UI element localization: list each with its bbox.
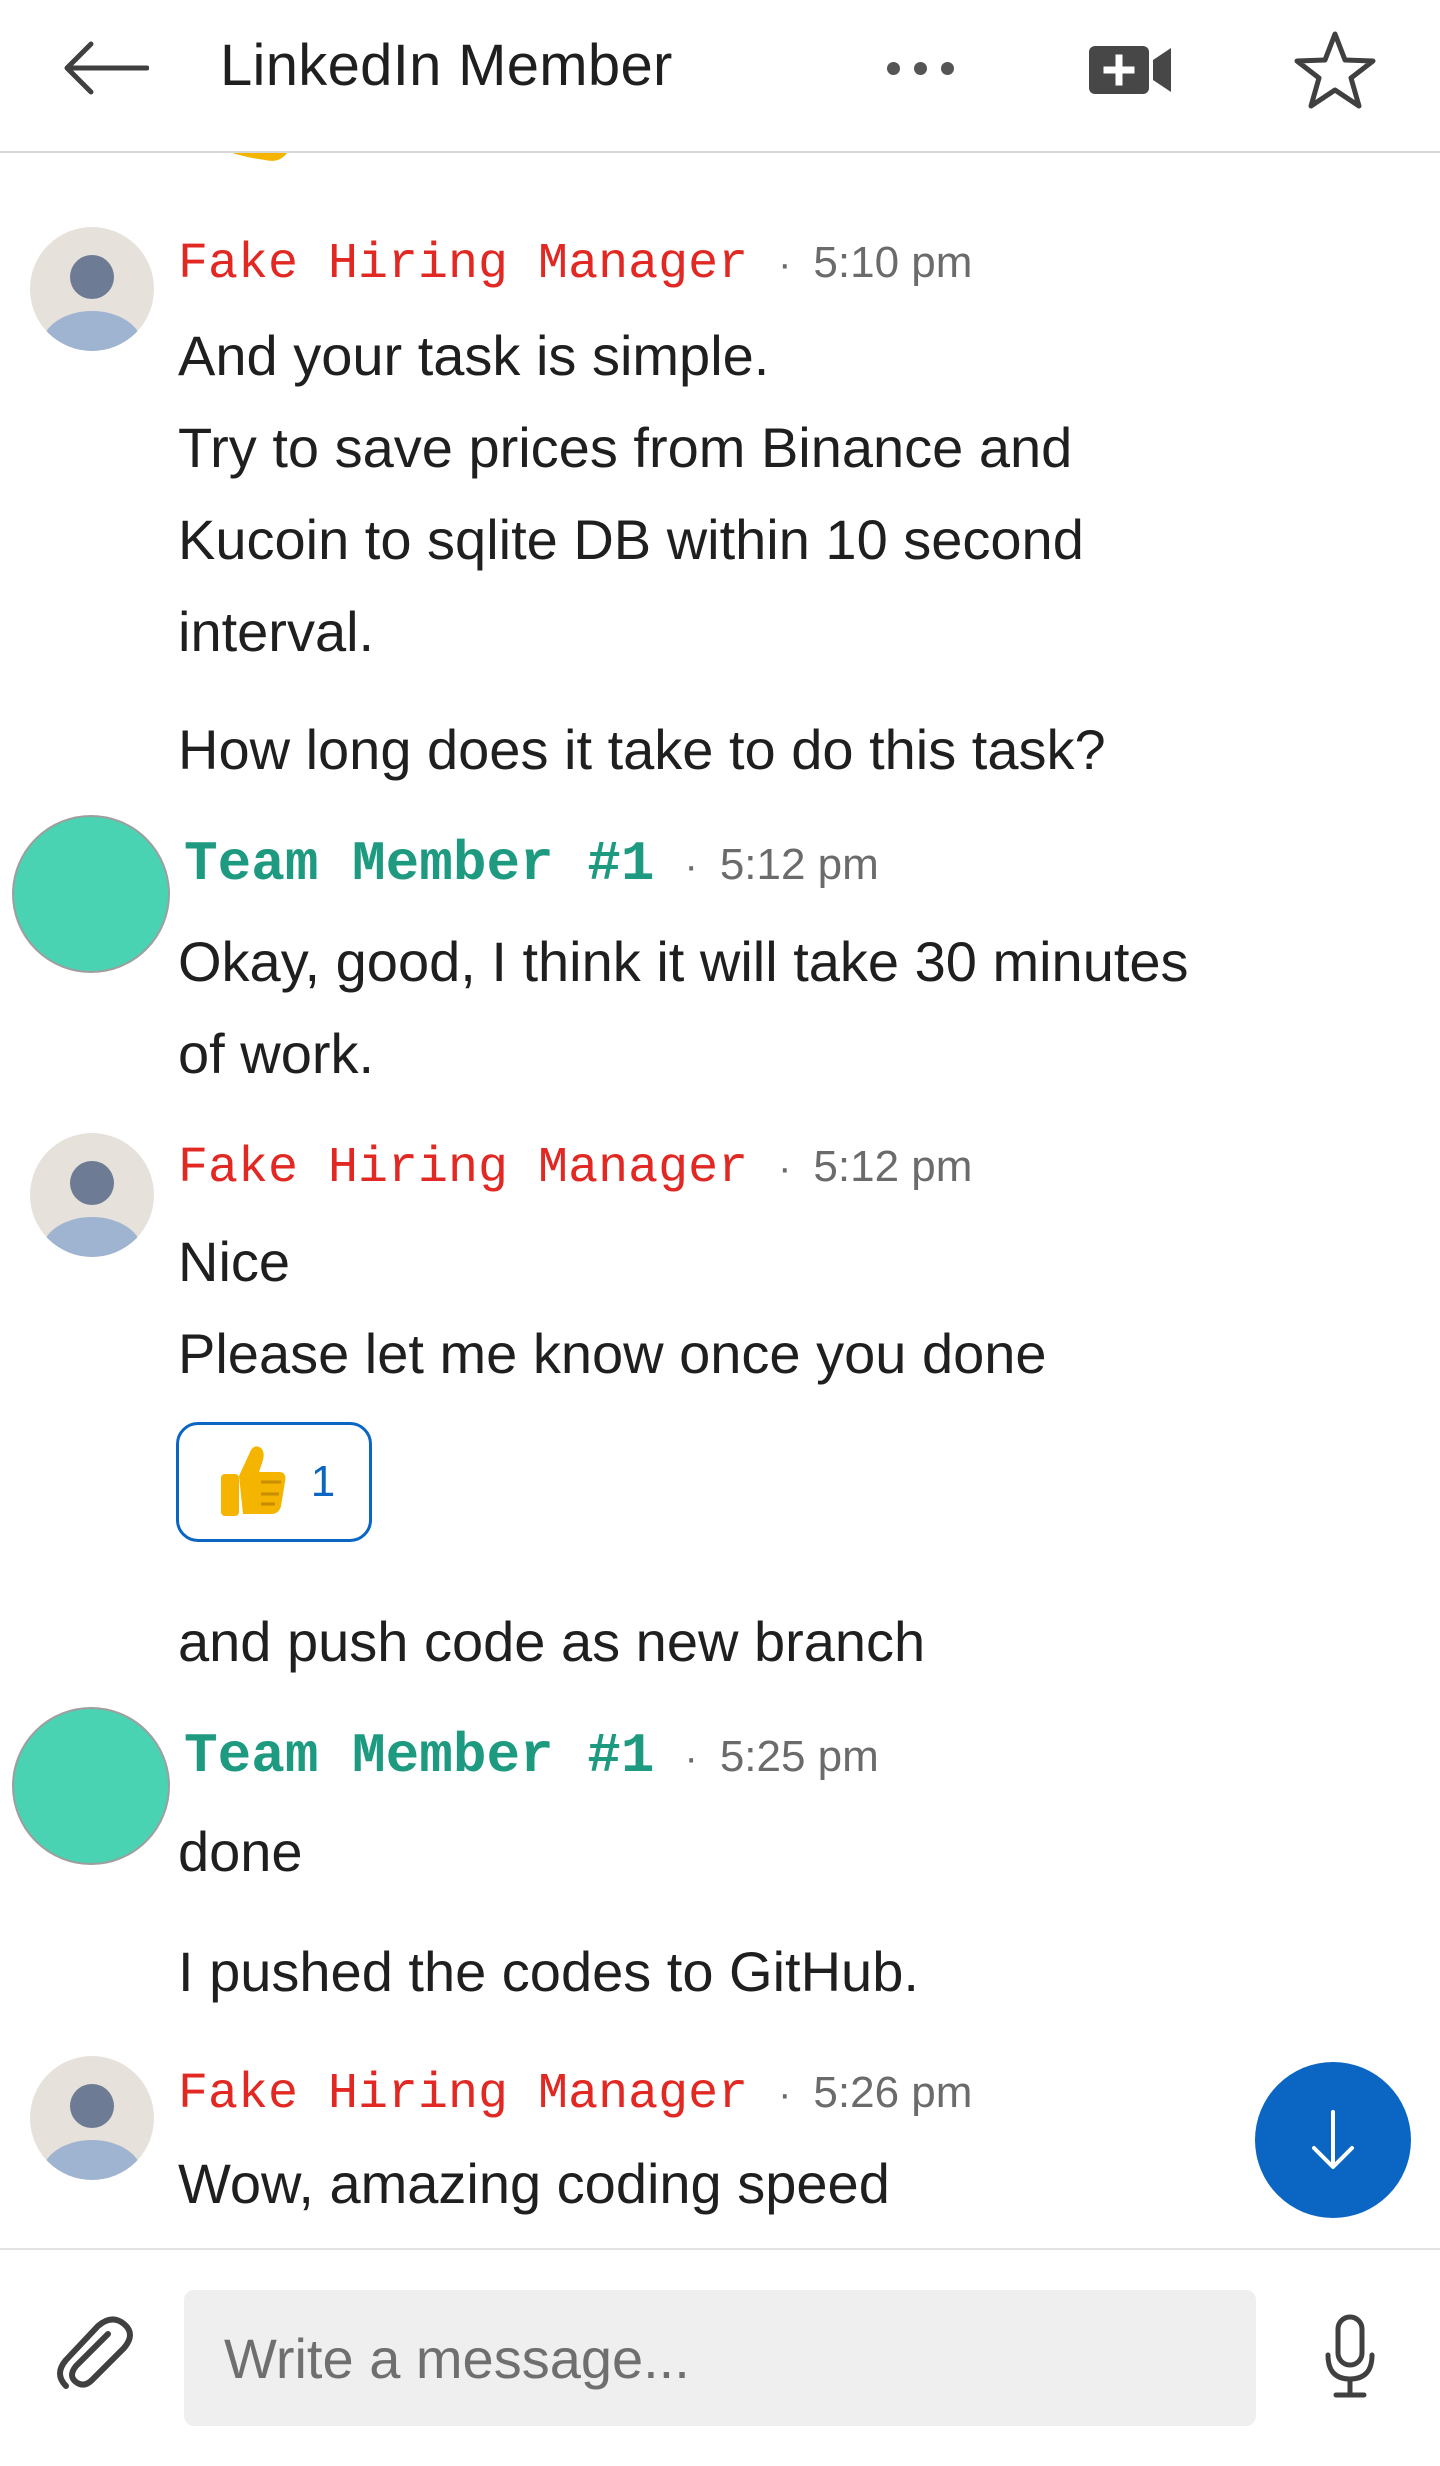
message-composer [0,2248,1440,2466]
reaction-count: 1 [310,1457,336,1506]
separator-dot: · [684,844,698,888]
star-button[interactable] [1280,20,1390,120]
message-input[interactable] [184,2290,1256,2426]
message-text: I pushed the codes to GitHub. [178,1940,919,2003]
person-silhouette-icon [42,1161,142,1257]
paperclip-icon [57,2316,133,2389]
video-call-icon [1089,46,1171,94]
message-header: Team Member #1 · 5:12 pm [184,832,879,896]
message-text: Try to save prices from Binance and [178,416,1073,479]
separator-dot: · [778,2072,792,2116]
more-dots-icon [940,61,954,75]
message-timestamp: 5:10 pm [813,238,973,287]
microphone-button[interactable] [1295,2298,1405,2418]
attach-button[interactable] [40,2300,150,2410]
message-text: And your task is simple. [178,324,770,387]
more-dots-icon [913,61,927,75]
message-header: Fake Hiring Manager · 5:10 pm [178,236,972,293]
avatar[interactable] [30,2056,154,2180]
message-text: Okay, good, I think it will take 30 minu… [178,930,1189,993]
message-timestamp: 5:26 pm [813,2068,973,2117]
star-icon [1294,31,1376,109]
sender-name[interactable]: Fake Hiring Manager [178,2066,748,2123]
message-text: of work. [178,1022,375,1085]
conversation-title: LinkedIn Member [220,33,673,98]
sender-name[interactable]: Fake Hiring Manager [178,1140,748,1197]
message-header: Fake Hiring Manager · 5:12 pm [178,1140,972,1197]
chat-screen: LinkedIn Member Fake Hiring Manager · 5:… [0,0,1440,2466]
message-text: and push code as new branch [178,1610,926,1673]
thumbs-up-icon [220,1446,286,1516]
reaction-pill[interactable]: 1 [176,1422,372,1542]
message-text: Nice [178,1230,291,1293]
message-text: done [178,1820,303,1883]
conversation-header: LinkedIn Member [0,0,1440,153]
scroll-to-bottom-button[interactable] [1255,2062,1411,2218]
arrow-down-icon [1312,2110,1354,2169]
message-timestamp: 5:25 pm [719,1732,879,1781]
avatar[interactable] [12,815,170,973]
message-text: Please let me know once you done [178,1322,1047,1385]
video-call-button[interactable] [1080,30,1180,110]
message-text: How long does it take to do this task? [178,718,1106,781]
message-text: Wow, amazing coding speed [178,2152,890,2215]
more-options-button[interactable] [870,38,970,98]
avatar[interactable] [30,227,154,351]
sender-name[interactable]: Team Member #1 [184,1724,654,1788]
message-header: Team Member #1 · 5:25 pm [184,1724,879,1788]
message-header: Fake Hiring Manager · 5:26 pm [178,2066,972,2123]
person-silhouette-icon [42,255,142,351]
avatar[interactable] [30,1133,154,1257]
avatar[interactable] [12,1707,170,1865]
microphone-icon [1325,2314,1375,2398]
separator-dot: · [684,1736,698,1780]
message-text: Kucoin to sqlite DB within 10 second [178,508,1084,571]
separator-dot: · [778,242,792,286]
back-button[interactable] [56,28,156,108]
message-timestamp: 5:12 pm [813,1142,973,1191]
message-text: interval. [178,600,375,663]
sender-name[interactable]: Fake Hiring Manager [178,236,748,293]
separator-dot: · [778,1146,792,1190]
message-timestamp: 5:12 pm [719,840,879,889]
more-dots-icon [886,61,900,75]
person-silhouette-icon [42,2084,142,2180]
sender-name[interactable]: Team Member #1 [184,832,654,896]
back-arrow-icon [64,41,149,95]
